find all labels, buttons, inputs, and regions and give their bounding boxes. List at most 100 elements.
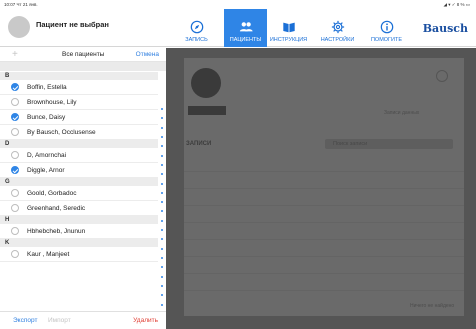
patient-name: Greenhand, Seredic	[27, 204, 86, 212]
patients-panel: + Все пациенты Отмена B Boffin, Estella Br…	[0, 48, 166, 329]
unchecked-circle-icon[interactable]	[11, 204, 19, 212]
patient-photo-button	[188, 106, 226, 115]
index-dot[interactable]	[161, 219, 163, 222]
index-dot[interactable]	[161, 173, 163, 176]
index-dot[interactable]	[161, 154, 163, 157]
index-dot[interactable]	[161, 145, 163, 148]
unchecked-circle-icon[interactable]	[11, 128, 19, 136]
tab-record[interactable]: ЗАПИСЬ	[175, 9, 218, 47]
add-patient-button[interactable]: +	[12, 49, 18, 60]
index-dot[interactable]	[161, 201, 163, 204]
index-dot[interactable]	[161, 266, 163, 269]
patient-row[interactable]: Hbhebcheb, Jnunun	[0, 224, 158, 239]
tab-settings-label: НАСТРОЙКИ	[320, 37, 355, 43]
unchecked-circle-icon[interactable]	[11, 151, 19, 159]
unchecked-circle-icon[interactable]	[11, 189, 19, 197]
section-header: K	[0, 239, 158, 247]
section-header: B	[0, 72, 158, 80]
patient-row[interactable]: Bunce, Daisy	[0, 110, 158, 125]
checked-circle-icon[interactable]	[11, 83, 19, 91]
status-indicators: ◢ ▾ ✓ 8 % ▭	[443, 2, 471, 7]
index-dot[interactable]	[161, 117, 163, 120]
patient-name: By Bausch, Occlusense	[27, 128, 96, 136]
tab-instructions[interactable]: ИНСТРУКЦИЯ	[267, 9, 310, 47]
patient-row[interactable]: Greenhand, Seredic	[0, 201, 158, 216]
patient-row[interactable]: Kaur , Manjeet	[0, 247, 158, 262]
patient-row[interactable]: Boffin, Estella	[0, 80, 158, 95]
patients-panel-title: Все пациенты	[62, 51, 105, 58]
patient-list: B Boffin, Estella Brownhouse, Lily Bunce, D…	[0, 72, 158, 262]
tab-settings[interactable]: НАСТРОЙКИ	[316, 9, 359, 47]
main-nav: ЗАПИСЬ ПАЦИЕНТЫ ИНСТРУКЦИЯ НАСТРОЙКИ ПОМ…	[175, 9, 408, 47]
unchecked-circle-icon[interactable]	[11, 250, 19, 258]
status-time: 10:07 Чт 21 янв.	[4, 2, 38, 7]
checked-circle-icon[interactable]	[11, 166, 19, 174]
patient-photo	[191, 68, 221, 98]
index-dot[interactable]	[161, 229, 163, 232]
edit-data-link: Записи данных	[384, 110, 420, 116]
patient-name: D, Amornchai	[27, 151, 67, 159]
section-header: D	[0, 140, 158, 148]
index-dot[interactable]	[161, 238, 163, 241]
patient-row[interactable]: Brownhouse, Lily	[0, 95, 158, 110]
section-header: H	[0, 216, 158, 224]
tab-help[interactable]: ПОМОГИТЕ	[365, 9, 408, 47]
people-icon	[239, 22, 253, 32]
patient-name: Boffin, Estella	[27, 83, 67, 91]
status-bar: 10:07 Чт 21 янв. ◢ ▾ ✓ 8 % ▭	[0, 0, 476, 9]
patient-title: Пациент не выбран	[36, 20, 109, 29]
tab-help-label: ПОМОГИТЕ	[370, 37, 403, 43]
records-search-input: Поиск записи	[325, 139, 453, 149]
index-dot[interactable]	[161, 210, 163, 213]
top-bar: Пациент не выбран ЗАПИСЬ ПАЦИЕНТЫ ИНСТРУ…	[0, 9, 476, 47]
index-dot[interactable]	[161, 108, 163, 110]
section-header: G	[0, 178, 158, 186]
tab-record-label: ЗАПИСЬ	[185, 37, 208, 43]
import-button[interactable]: Импорт	[48, 317, 71, 324]
compass-icon	[190, 20, 203, 34]
info-icon	[380, 20, 393, 34]
tab-patients-label: ПАЦИЕНТЫ	[229, 37, 262, 43]
index-dot[interactable]	[161, 163, 163, 166]
index-dot[interactable]	[161, 284, 163, 287]
tab-patients[interactable]: ПАЦИЕНТЫ	[224, 9, 267, 47]
cancel-button[interactable]: Отмена	[136, 51, 159, 58]
patient-name: Bunce, Daisy	[27, 113, 66, 121]
brand-logo: Bausch	[422, 22, 468, 35]
checked-circle-icon[interactable]	[11, 113, 19, 121]
index-dot[interactable]	[161, 247, 163, 250]
user-icon	[436, 70, 448, 82]
patient-name: Goold, Gorbadoc	[27, 189, 77, 197]
records-empty-text: Ничего не найдено	[410, 303, 455, 309]
patient-name: Kaur , Manjeet	[27, 250, 70, 258]
patient-row[interactable]: Diggle, Arnor	[0, 163, 158, 178]
gear-icon	[331, 20, 344, 34]
index-dot[interactable]	[161, 182, 163, 185]
alphabet-index[interactable]	[158, 108, 166, 329]
avatar[interactable]	[8, 16, 30, 38]
index-dot[interactable]	[161, 303, 163, 306]
index-dot[interactable]	[161, 126, 163, 129]
patient-row[interactable]: Goold, Gorbadoc	[0, 186, 158, 201]
patients-panel-header: + Все пациенты Отмена	[0, 48, 166, 62]
patient-row[interactable]: D, Amornchai	[0, 148, 158, 163]
tab-instructions-label: ИНСТРУКЦИЯ	[269, 37, 308, 43]
index-dot[interactable]	[161, 191, 163, 194]
unchecked-circle-icon[interactable]	[11, 227, 19, 235]
index-dot[interactable]	[161, 294, 163, 297]
records-list	[184, 155, 464, 291]
unchecked-circle-icon[interactable]	[11, 98, 19, 106]
patient-name: Hbhebcheb, Jnunun	[27, 227, 86, 235]
index-dot[interactable]	[161, 135, 163, 138]
book-icon	[282, 22, 295, 33]
records-heading: ЗАПИСИ	[186, 141, 212, 147]
export-button[interactable]: Экспорт	[13, 317, 37, 324]
index-dot[interactable]	[161, 257, 163, 259]
patient-name: Diggle, Arnor	[27, 166, 65, 174]
select-all-row[interactable]	[0, 62, 166, 71]
patient-name: Brownhouse, Lily	[27, 98, 77, 106]
index-dot[interactable]	[161, 275, 163, 278]
delete-button[interactable]: Удалить	[133, 317, 158, 324]
patients-panel-footer: Экспорт Импорт Удалить	[0, 311, 166, 329]
patient-row[interactable]: By Bausch, Occlusense	[0, 125, 158, 140]
